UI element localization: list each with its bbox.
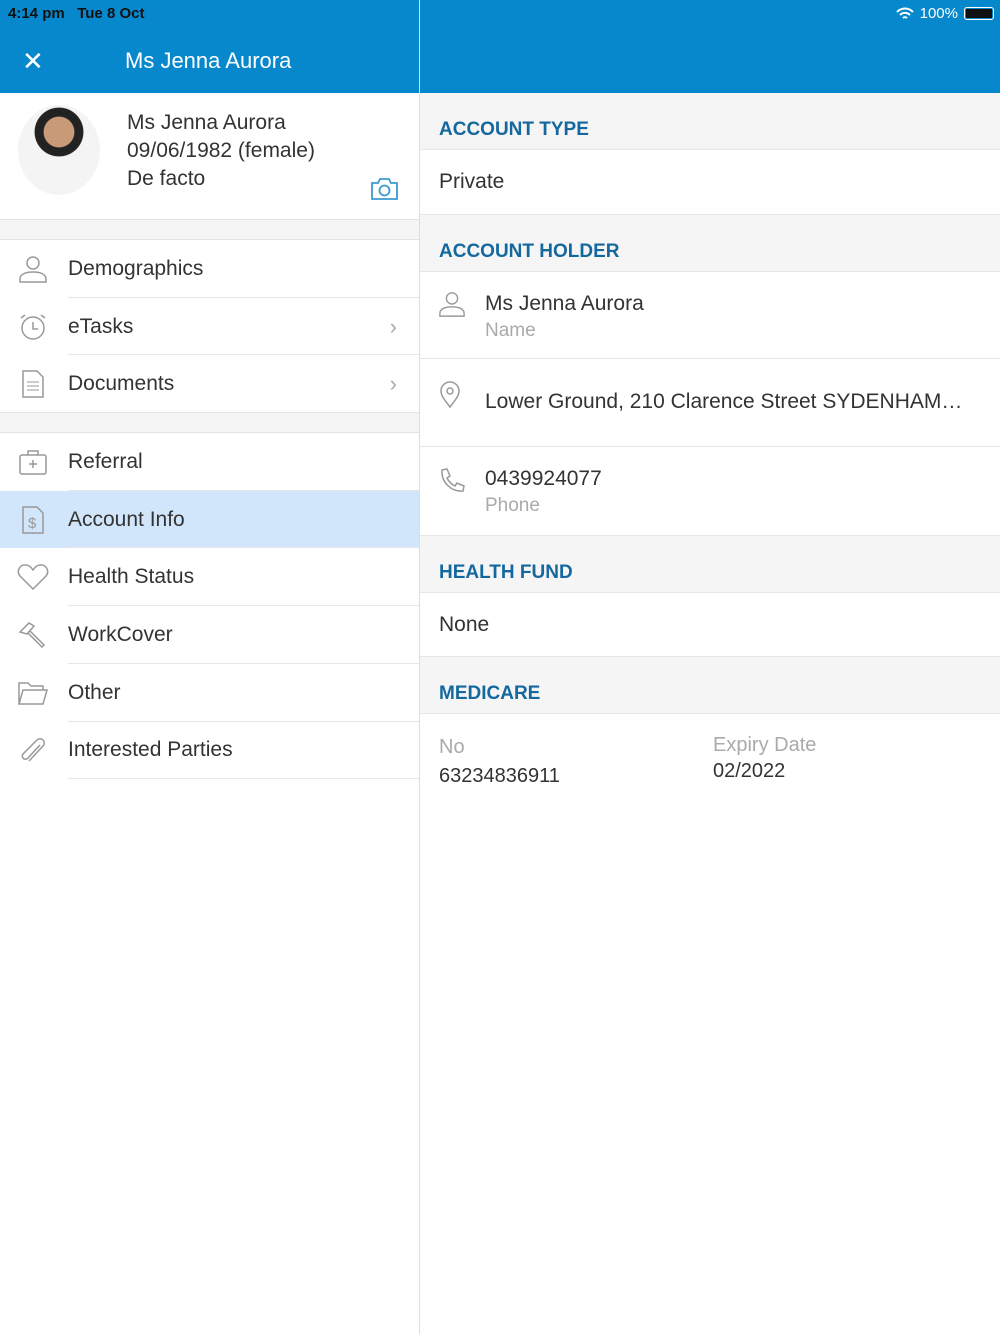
holder-name-label: Name — [485, 320, 536, 341]
heart-icon — [0, 563, 68, 591]
sidebar-item-health-status[interactable]: Health Status — [0, 548, 419, 606]
holder-name-row[interactable]: Ms Jenna Aurora Name — [420, 272, 1000, 359]
medical-bag-icon — [0, 447, 68, 477]
patient-name: Ms Jenna Aurora — [127, 111, 286, 134]
health-fund-header: HEALTH FUND — [420, 536, 1000, 593]
health-fund-value: None — [420, 593, 1000, 657]
person-icon — [439, 292, 465, 317]
sidebar-item-interested-parties[interactable]: Interested Parties — [0, 722, 419, 780]
sidebar-item-referral[interactable]: Referral — [0, 433, 419, 491]
medicare-no: 63234836911 — [439, 765, 560, 787]
location-pin-icon — [440, 381, 460, 409]
svg-text:$: $ — [28, 515, 37, 532]
section-gap — [0, 220, 419, 240]
sidebar-item-documents[interactable]: Documents › — [0, 355, 419, 413]
nav-title: Ms Jenna Aurora — [125, 48, 292, 73]
sidebar-item-account-info[interactable]: $ Account Info — [0, 490, 419, 549]
medicare-expiry-label: Expiry Date — [713, 734, 817, 756]
patient-profile: Ms Jenna Aurora 09/06/1982 (female) De f… — [0, 93, 419, 220]
top-bar: 4:14 pm Tue 8 Oct 100% ✕ Ms Jenna Aurora — [0, 0, 1000, 93]
alarm-clock-icon — [0, 312, 68, 342]
status-right: 100% — [895, 5, 994, 22]
hammer-icon — [0, 620, 68, 650]
paperclip-icon — [0, 735, 68, 765]
account-info-detail: ACCOUNT TYPE Private ACCOUNT HOLDER Ms J… — [420, 93, 1000, 804]
holder-address-row[interactable]: Lower Ground, 210 Clarence Street SYDENH… — [420, 359, 1000, 447]
medicare-row: No 63234836911 Expiry Date 02/2022 — [420, 714, 1000, 804]
battery-percent: 100% — [919, 5, 958, 22]
medicare-header: MEDICARE — [420, 657, 1000, 714]
sidebar: Ms Jenna Aurora 09/06/1982 (female) De f… — [0, 93, 419, 779]
sidebar-item-other[interactable]: Other — [0, 664, 419, 722]
holder-phone-label: Phone — [485, 495, 540, 516]
patient-marital-status: De facto — [127, 167, 206, 190]
document-icon — [0, 369, 68, 399]
person-icon — [0, 254, 68, 284]
medicare-expiry: 02/2022 — [713, 760, 786, 782]
chevron-right-icon: › — [389, 371, 397, 397]
holder-phone: 0439924077 — [485, 467, 602, 490]
avatar — [18, 105, 100, 195]
folder-icon — [0, 680, 68, 706]
camera-icon[interactable] — [370, 177, 399, 201]
account-holder-header: ACCOUNT HOLDER — [420, 215, 1000, 272]
medicare-no-label: No — [439, 736, 465, 758]
sidebar-item-demographics[interactable]: Demographics — [0, 240, 419, 298]
account-type-header: ACCOUNT TYPE — [420, 93, 1000, 150]
holder-address: Lower Ground, 210 Clarence Street SYDENH… — [485, 390, 963, 413]
holder-name: Ms Jenna Aurora — [485, 292, 644, 315]
invoice-dollar-icon: $ — [0, 505, 68, 535]
phone-icon — [441, 468, 465, 492]
battery-icon — [964, 7, 994, 20]
holder-phone-row[interactable]: 0439924077 Phone — [420, 447, 1000, 536]
status-time: 4:14 pm Tue 8 Oct — [8, 5, 145, 22]
sidebar-item-etasks[interactable]: eTasks › — [0, 298, 419, 356]
close-button[interactable]: ✕ — [22, 46, 44, 77]
section-gap — [0, 413, 419, 434]
account-type-value: Private — [420, 150, 1000, 215]
wifi-icon — [895, 7, 914, 19]
chevron-right-icon: › — [389, 313, 397, 339]
sidebar-item-workcover[interactable]: WorkCover — [0, 606, 419, 664]
patient-dob: 09/06/1982 (female) — [127, 139, 315, 162]
